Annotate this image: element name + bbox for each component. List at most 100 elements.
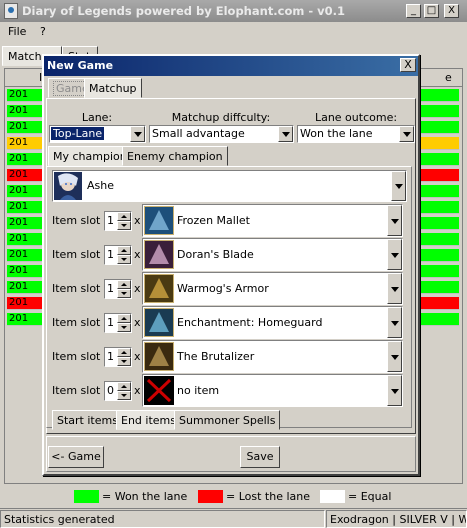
save-button[interactable]: Save [240,446,280,468]
table-row-right[interactable] [421,185,459,198]
table-row-right[interactable] [421,249,459,262]
quantity-stepper[interactable]: 1 [104,279,132,299]
chevron-down-icon[interactable] [387,205,402,236]
maximize-button[interactable]: □ [424,4,439,18]
quantity-stepper[interactable]: 1 [104,347,132,367]
close-button[interactable]: X [444,4,459,18]
menu-bar: File ? [0,22,467,42]
item-select[interactable]: Enchantment: Homeguard [142,306,403,339]
quantity-value: 0 [107,384,114,397]
chevron-down-icon[interactable] [387,273,402,304]
no-item-x-icon [144,376,174,405]
item-slot-row: Item slot 6 0 x no item [50,374,405,408]
difficulty-select[interactable]: Small advantage [149,125,294,143]
tab-end-items[interactable]: End items [116,410,181,430]
stepper-down-icon[interactable] [117,289,131,298]
tab-my-champion[interactable]: My champion [48,146,132,166]
tab-summoner-spells[interactable]: Summoner Spells [174,410,281,430]
table-row[interactable]: 201 [7,169,43,182]
back-to-game-button[interactable]: <- Game [48,446,104,468]
item-select[interactable]: Doran's Blade [142,238,403,271]
chevron-down-icon[interactable] [278,126,293,142]
dialog-close-button[interactable]: X [400,58,416,72]
lane-select[interactable]: Top-Lane [49,125,146,143]
warmogs-armor-icon [144,274,174,303]
table-row[interactable]: 201 [7,89,43,102]
tab-enemy-champion[interactable]: Enemy champion [122,146,228,166]
minimize-button[interactable]: _ [406,4,421,18]
table-row[interactable]: 201 [7,249,43,262]
table-row[interactable]: 201 [7,297,43,310]
champion-select[interactable]: Ashe [52,170,407,202]
chevron-down-icon[interactable] [387,307,402,338]
item-name: Warmog's Armor [177,282,269,295]
table-row[interactable]: 201 [7,153,43,166]
chevron-down-icon[interactable] [387,239,402,270]
menu-help[interactable]: ? [40,25,46,38]
stepper-up-icon[interactable] [117,348,131,357]
times-sign: x [134,248,141,261]
menu-file[interactable]: File [8,25,26,38]
table-row[interactable]: 201 [7,313,43,326]
table-row-right[interactable] [421,105,459,118]
item-slot-label: Item slot 4 [52,316,111,329]
table-row-right[interactable] [421,233,459,246]
stepper-up-icon[interactable] [117,212,131,221]
item-select[interactable]: Frozen Mallet [142,204,403,237]
status-bar: Statistics generated Exodragon | SILVER … [0,508,467,528]
item-select[interactable]: The Brutalizer [142,340,403,373]
table-row-right[interactable] [421,137,459,150]
stepper-down-icon[interactable] [117,221,131,230]
chevron-down-icon[interactable] [130,126,145,142]
table-row-right[interactable] [421,89,459,102]
table-row-right[interactable] [421,217,459,230]
lane-label: Lane: [81,111,113,124]
stepper-up-icon[interactable] [117,280,131,289]
stepper-down-icon[interactable] [117,391,131,400]
table-row[interactable]: 201 [7,233,43,246]
table-row[interactable]: 201 [7,121,43,134]
table-row[interactable]: 201 [7,185,43,198]
tab-start-items[interactable]: Start items [52,410,123,430]
quantity-stepper[interactable]: 0 [104,381,132,401]
table-row-right[interactable] [421,281,459,294]
new-game-dialog: New Game X Game Matchup Lane: Matchup di… [42,54,420,476]
table-row-right[interactable] [421,169,459,182]
table-row[interactable]: 201 [7,217,43,230]
table-row[interactable]: 201 [7,265,43,278]
stepper-down-icon[interactable] [117,255,131,264]
tab-matchup-dialog[interactable]: Matchup [84,78,142,98]
legend-equal-label: = Equal [348,490,392,503]
table-row[interactable]: 201 [7,281,43,294]
quantity-stepper[interactable]: 1 [104,211,132,231]
outcome-select[interactable]: Won the lane [297,125,415,143]
table-row-right[interactable] [421,121,459,134]
table-row-right[interactable] [421,153,459,166]
chevron-down-icon[interactable] [387,341,402,372]
table-row[interactable]: 201 [7,105,43,118]
item-slot-label: Item slot 1 [52,214,111,227]
chevron-down-icon[interactable] [399,126,414,142]
quantity-stepper[interactable]: 1 [104,313,132,333]
chevron-down-icon[interactable] [391,171,406,201]
stepper-up-icon[interactable] [117,246,131,255]
stepper-up-icon[interactable] [117,382,131,391]
table-row[interactable]: 201 [7,201,43,214]
chevron-down-icon[interactable] [387,375,402,406]
stepper-down-icon[interactable] [117,357,131,366]
table-row[interactable]: 201 [7,137,43,150]
stepper-down-icon[interactable] [117,323,131,332]
item-select[interactable]: Warmog's Armor [142,272,403,305]
stepper-up-icon[interactable] [117,314,131,323]
item-select[interactable]: no item [142,374,403,407]
table-row-right[interactable] [421,265,459,278]
outcome-value: Won the lane [300,127,373,140]
item-slot-row: Item slot 5 1 x The Brutalizer [50,340,405,374]
table-row-right[interactable] [421,201,459,214]
times-sign: x [134,214,141,227]
table-header-right: e [445,71,452,84]
table-row-right[interactable] [421,297,459,310]
item-slot-row: Item slot 2 1 x Doran's Blade [50,238,405,272]
quantity-stepper[interactable]: 1 [104,245,132,265]
table-row-right[interactable] [421,313,459,326]
